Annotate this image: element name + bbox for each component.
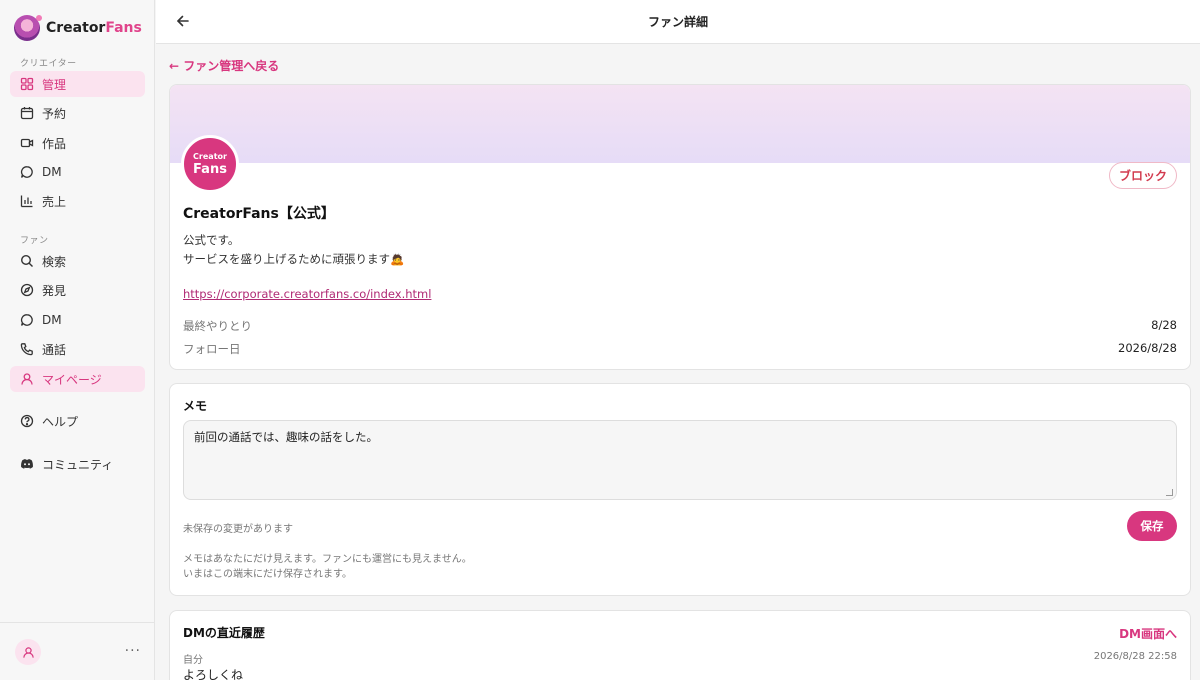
sidebar-item-dm-creator[interactable]: DM bbox=[10, 159, 145, 185]
sidebar-item-help[interactable]: ヘルプ bbox=[10, 408, 145, 434]
app-name: CreatorFans bbox=[46, 20, 142, 36]
sidebar-item-label: 検索 bbox=[42, 254, 67, 269]
phone-icon bbox=[20, 343, 33, 356]
sidebar-item-dm-fan[interactable]: DM bbox=[10, 307, 145, 333]
memo-title: メモ bbox=[183, 399, 208, 413]
sidebar-item-manage[interactable]: 管理 bbox=[10, 71, 145, 97]
follow-date-row: フォロー日 2026/8/28 bbox=[183, 341, 1177, 357]
sidebar-item-search[interactable]: 検索 bbox=[10, 248, 145, 274]
profile-avatar: Creator Fans bbox=[181, 135, 239, 193]
note-line: メモはあなたにだけ見えます。ファンにも運営にも見えません。 bbox=[183, 554, 472, 565]
user-icon bbox=[21, 373, 33, 385]
more-options-button[interactable]: ··· bbox=[125, 643, 141, 659]
memo-textarea[interactable]: 前回の通話では、趣味の話をした。 bbox=[183, 420, 1177, 500]
sidebar-item-label: 作品 bbox=[42, 136, 67, 151]
sidebar-item-label: ヘルプ bbox=[42, 414, 79, 429]
section-label-creator: クリエイター bbox=[20, 59, 77, 69]
dm-history-title: DMの直近履歴 bbox=[183, 626, 265, 640]
chat-bubble-icon bbox=[20, 314, 33, 326]
video-icon bbox=[20, 138, 34, 148]
compass-icon bbox=[20, 283, 34, 297]
profile-banner bbox=[170, 85, 1190, 163]
unsaved-changes-text: 未保存の変更があります bbox=[183, 524, 293, 535]
sidebar-footer: ··· bbox=[0, 622, 155, 680]
note-line: いまはこの端末にだけ保存されます。 bbox=[183, 569, 352, 580]
sidebar-item-label: 通話 bbox=[42, 342, 67, 357]
dm-timestamp: 2026/8/28 22:58 bbox=[1093, 651, 1177, 662]
sidebar-item-label: 予約 bbox=[42, 106, 67, 121]
last-interaction-label: 最終やりとり bbox=[183, 319, 252, 333]
back-arrow-icon[interactable] bbox=[174, 12, 192, 30]
last-interaction-value: 8/28 bbox=[1151, 318, 1177, 332]
memo-privacy-note: メモはあなたにだけ見えます。ファンにも運営にも見えません。 いまはこの端末にだけ… bbox=[183, 552, 472, 582]
sidebar-item-call[interactable]: 通話 bbox=[10, 336, 145, 362]
calendar-icon bbox=[20, 107, 34, 120]
sidebar-item-works[interactable]: 作品 bbox=[10, 130, 145, 156]
profile-bio: 公式です。 サービスを盛り上げるために頑張ります🙇 bbox=[183, 231, 404, 269]
sidebar: CreatorFans クリエイター 管理 予約 作品 DM 売上 ファン 検索… bbox=[0, 0, 155, 680]
discord-icon bbox=[21, 459, 33, 469]
save-button[interactable]: 保存 bbox=[1127, 511, 1177, 541]
resize-handle-icon[interactable] bbox=[1166, 489, 1173, 496]
user-icon bbox=[22, 646, 34, 658]
section-label-fan: ファン bbox=[20, 236, 49, 246]
memo-text: 前回の通話では、趣味の話をした。 bbox=[194, 430, 378, 444]
follow-date-value: 2026/8/28 bbox=[1118, 341, 1177, 355]
sidebar-item-discover[interactable]: 発見 bbox=[10, 277, 145, 303]
bio-line: 公式です。 bbox=[183, 233, 240, 247]
sidebar-item-mypage[interactable]: マイページ bbox=[10, 366, 145, 392]
search-icon bbox=[20, 254, 33, 267]
avatar-text-line2: Fans bbox=[193, 161, 227, 177]
profile-website-link[interactable]: https://corporate.creatorfans.co/index.h… bbox=[183, 287, 431, 301]
sidebar-item-reservation[interactable]: 予約 bbox=[10, 100, 145, 126]
sidebar-item-sales[interactable]: 売上 bbox=[10, 188, 145, 214]
bar-chart-icon bbox=[20, 195, 33, 208]
chat-bubble-icon bbox=[20, 166, 33, 178]
logo-mascot-icon bbox=[14, 15, 42, 41]
sidebar-item-community[interactable]: コミュニティ bbox=[10, 451, 145, 477]
sidebar-item-label: マイページ bbox=[42, 372, 102, 387]
sidebar-item-label: コミュニティ bbox=[42, 457, 114, 472]
grid-icon bbox=[20, 77, 34, 91]
sidebar-item-label: DM bbox=[42, 165, 62, 179]
go-to-dm-link[interactable]: DM画面へ bbox=[1119, 625, 1177, 642]
block-button[interactable]: ブロック bbox=[1109, 162, 1177, 189]
avatar-text-line1: Creator bbox=[193, 151, 227, 161]
page-header: ファン詳細 bbox=[156, 0, 1200, 44]
sidebar-item-label: 売上 bbox=[42, 194, 67, 209]
memo-card: メモ 前回の通話では、趣味の話をした。 未保存の変更があります 保存 メモはあな… bbox=[169, 383, 1191, 596]
follow-date-label: フォロー日 bbox=[183, 342, 241, 356]
user-avatar-button[interactable] bbox=[15, 639, 41, 665]
page-title: ファン詳細 bbox=[647, 15, 708, 29]
dm-message: よろしくね bbox=[183, 668, 244, 680]
last-interaction-row: 最終やりとり 8/28 bbox=[183, 318, 1177, 334]
dm-history-card: DMの直近履歴 DM画面へ 自分 2026/8/28 22:58 よろしくね bbox=[169, 610, 1191, 680]
bio-line: サービスを盛り上げるために頑張ります🙇 bbox=[183, 252, 405, 266]
dm-sender: 自分 bbox=[183, 655, 203, 666]
back-to-fan-management-link[interactable]: ← ファン管理へ戻る bbox=[169, 57, 279, 74]
fan-profile-card: Creator Fans ブロック CreatorFans【公式】 公式です。 … bbox=[169, 84, 1191, 370]
sidebar-item-label: DM bbox=[42, 313, 62, 327]
profile-name: CreatorFans【公式】 bbox=[183, 206, 335, 222]
help-circle-icon bbox=[20, 414, 34, 428]
sidebar-item-label: 管理 bbox=[42, 77, 67, 92]
sidebar-item-label: 発見 bbox=[42, 283, 67, 298]
app-logo[interactable]: CreatorFans bbox=[14, 14, 142, 42]
